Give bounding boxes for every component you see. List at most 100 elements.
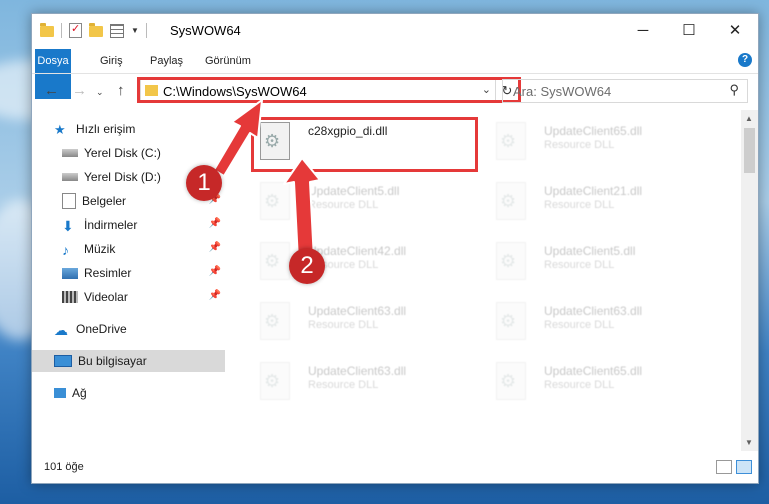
cloud-icon: ☁ — [54, 322, 68, 338]
computer-icon — [54, 355, 72, 367]
recent-locations-icon[interactable]: ⌄ — [96, 87, 104, 98]
file-name: UpdateClient5.dll — [544, 244, 636, 258]
sidebar-item-label: Bu bilgisayar — [78, 354, 147, 368]
folder-icon[interactable] — [40, 23, 54, 37]
navigation-pane: ★ Hızlı erişim Yerel Disk (C:) Yerel Dis… — [32, 110, 225, 450]
music-icon: ♪ — [62, 242, 69, 258]
sidebar-item-label: Yerel Disk (C:) — [84, 146, 161, 160]
large-icons-view-icon[interactable] — [736, 460, 752, 474]
views-icon[interactable] — [110, 23, 124, 38]
file-type: Resource DLL — [308, 199, 379, 211]
download-icon: ⬇ — [62, 218, 74, 234]
sidebar-item-label: Resimler — [84, 266, 132, 280]
tab-home[interactable]: Giriş — [90, 49, 133, 73]
star-icon: ★ — [54, 122, 66, 137]
sidebar-item-music[interactable]: ♪ Müzik 📌 — [32, 238, 225, 260]
drive-icon — [62, 149, 78, 157]
sidebar-item-label: Ağ — [72, 386, 87, 400]
scrollbar-thumb[interactable] — [744, 128, 755, 173]
search-input[interactable]: Ara: SysWOW64 ⚲ — [502, 79, 748, 103]
file-item[interactable]: ⚙ UpdateClient21.dll Resource DLL — [474, 176, 694, 226]
sidebar-item-pictures[interactable]: Resimler 📌 — [32, 262, 225, 284]
file-item[interactable]: ⚙ UpdateClient63.dll Resource DLL — [238, 296, 458, 346]
sidebar-item-this-pc[interactable]: Bu bilgisayar — [32, 350, 225, 372]
pin-icon[interactable]: 📌 — [209, 242, 221, 253]
title-bar: ▼ SysWOW64 ─ ☐ ✕ — [32, 14, 758, 49]
properties-icon[interactable] — [69, 22, 82, 38]
network-icon — [54, 388, 66, 398]
view-switcher — [716, 460, 752, 474]
explorer-window: ▼ SysWOW64 ─ ☐ ✕ Dosya Giriş Paylaş Görü… — [31, 13, 759, 484]
sidebar-item-videos[interactable]: Videolar 📌 — [32, 286, 225, 308]
pin-icon[interactable]: 📌 — [209, 218, 221, 229]
scroll-up-icon[interactable]: ▲ — [745, 114, 753, 123]
dll-file-icon: ⚙ — [496, 122, 526, 160]
divider — [145, 23, 147, 38]
file-item[interactable]: ⚙ UpdateClient5.dll Resource DLL — [474, 236, 694, 286]
file-name: UpdateClient65.dll — [544, 364, 643, 378]
back-button[interactable]: ← — [44, 82, 59, 99]
file-type: Resource DLL — [308, 379, 379, 391]
close-button[interactable]: ✕ — [712, 14, 758, 46]
sidebar-item-label: Hızlı erişim — [76, 122, 136, 136]
sidebar-item-label: Belgeler — [82, 194, 127, 208]
annotation-highlight-file — [251, 117, 478, 172]
step-2-badge: 2 — [289, 248, 325, 284]
quick-access-toolbar: ▼ — [40, 22, 147, 38]
maximize-button[interactable]: ☐ — [666, 14, 712, 46]
file-name: UpdateClient42.dll — [308, 244, 407, 258]
sidebar-item-quick-access[interactable]: ★ Hızlı erişim — [32, 118, 225, 140]
step-1-badge: 1 — [186, 165, 222, 201]
sidebar-item-onedrive[interactable]: ☁ OneDrive — [32, 318, 225, 340]
vertical-scrollbar[interactable]: ▲ ▼ — [741, 110, 758, 451]
file-item[interactable]: ⚙ UpdateClient63.dll Resource DLL — [474, 296, 694, 346]
documents-icon — [62, 193, 76, 209]
search-placeholder: Ara: SysWOW64 — [513, 84, 612, 99]
dll-file-icon: ⚙ — [260, 302, 290, 340]
videos-icon — [62, 291, 78, 303]
window-title: SysWOW64 — [170, 23, 241, 38]
pin-icon[interactable]: 📌 — [209, 266, 221, 277]
sidebar-item-network[interactable]: Ağ — [32, 382, 225, 404]
file-item[interactable]: ⚙ UpdateClient65.dll Resource DLL — [474, 116, 694, 166]
sidebar-item-label: Müzik — [84, 242, 116, 256]
dll-file-icon: ⚙ — [260, 242, 290, 280]
minimize-button[interactable]: ─ — [620, 14, 666, 46]
dll-file-icon: ⚙ — [496, 242, 526, 280]
divider — [61, 23, 62, 38]
navigation-bar: ← → ⌄ ↑ C:\Windows\SysWOW64 ⌄ ↻ Ara: Sys… — [32, 73, 758, 110]
tab-view[interactable]: Görünüm — [195, 49, 261, 73]
dll-file-icon: ⚙ — [496, 302, 526, 340]
file-name: UpdateClient63.dll — [308, 364, 407, 378]
dll-file-icon: ⚙ — [496, 362, 526, 400]
item-count: 101 öğe — [44, 461, 84, 473]
forward-button[interactable]: → — [72, 82, 87, 99]
dll-file-icon: ⚙ — [260, 182, 290, 220]
pictures-icon — [62, 267, 78, 279]
search-icon[interactable]: ⚲ — [729, 82, 739, 98]
file-item[interactable]: ⚙ UpdateClient63.dll Resource DLL — [238, 356, 458, 406]
pin-icon[interactable]: 📌 — [209, 290, 221, 301]
new-folder-icon[interactable] — [89, 23, 103, 37]
drive-icon — [62, 173, 78, 181]
sidebar-item-label: OneDrive — [76, 322, 127, 336]
dll-file-icon: ⚙ — [496, 182, 526, 220]
file-name: UpdateClient65.dll — [544, 124, 643, 138]
dll-file-icon: ⚙ — [260, 362, 290, 400]
status-bar: 101 öğe — [32, 453, 758, 483]
details-view-icon[interactable] — [716, 460, 732, 474]
file-item[interactable]: ⚙ UpdateClient42.dll Resource DLL — [238, 236, 458, 286]
tab-share[interactable]: Paylaş — [140, 49, 193, 73]
annotation-highlight-address — [137, 77, 521, 103]
sidebar-item-local-disk-c[interactable]: Yerel Disk (C:) — [32, 142, 225, 164]
customize-toolbar-icon[interactable]: ▼ — [131, 26, 139, 35]
scroll-down-icon[interactable]: ▼ — [745, 438, 753, 447]
file-item[interactable]: ⚙ UpdateClient65.dll Resource DLL — [474, 356, 694, 406]
file-item[interactable]: ⚙ UpdateClient5.dll Resource DLL — [238, 176, 458, 226]
help-icon[interactable]: ? — [738, 53, 752, 67]
file-type: Resource DLL — [308, 319, 379, 331]
file-type: Resource DLL — [544, 199, 615, 211]
up-button[interactable]: ↑ — [117, 82, 125, 99]
sidebar-item-downloads[interactable]: ⬇ İndirmeler 📌 — [32, 214, 225, 236]
file-type: Resource DLL — [544, 379, 615, 391]
